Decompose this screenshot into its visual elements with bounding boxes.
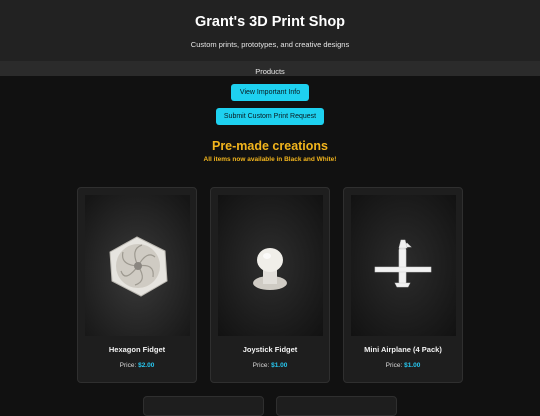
custom-request-button[interactable]: Submit Custom Print Request [216,108,324,125]
product-card-partial[interactable] [143,396,264,416]
section-subtitle: All items now available in Black and Whi… [203,156,337,163]
site-tagline: Custom prints, prototypes, and creative … [190,40,350,49]
product-image-mini-airplane [351,195,456,336]
product-price: Price: $2.00 [119,362,155,369]
product-name: Mini Airplane (4 Pack) [364,345,442,354]
nav-bar: Products [0,61,540,76]
product-card-partial[interactable] [276,396,397,416]
product-price: Price: $1.00 [252,362,288,369]
view-info-button[interactable]: View Important Info [231,84,309,101]
product-name: Joystick Fidget [242,345,298,354]
nav-link-products[interactable]: Products [255,67,285,76]
product-price: Price: $1.00 [385,362,421,369]
site-title: Grant's 3D Print Shop [194,14,346,30]
product-card-joystick-fidget[interactable]: Joystick Fidget Price: $1.00 [210,187,330,383]
section-title: Pre-made creations [211,139,329,153]
product-card-hexagon-fidget[interactable]: Hexagon Fidget Price: $2.00 [77,187,197,383]
product-image-hexagon-fidget [85,195,190,336]
product-card-mini-airplane[interactable]: Mini Airplane (4 Pack) Price: $1.00 [343,187,463,383]
product-name: Hexagon Fidget [108,345,166,354]
site-header: Grant's 3D Print Shop Custom prints, pro… [0,0,540,62]
product-image-joystick-fidget [218,195,323,336]
